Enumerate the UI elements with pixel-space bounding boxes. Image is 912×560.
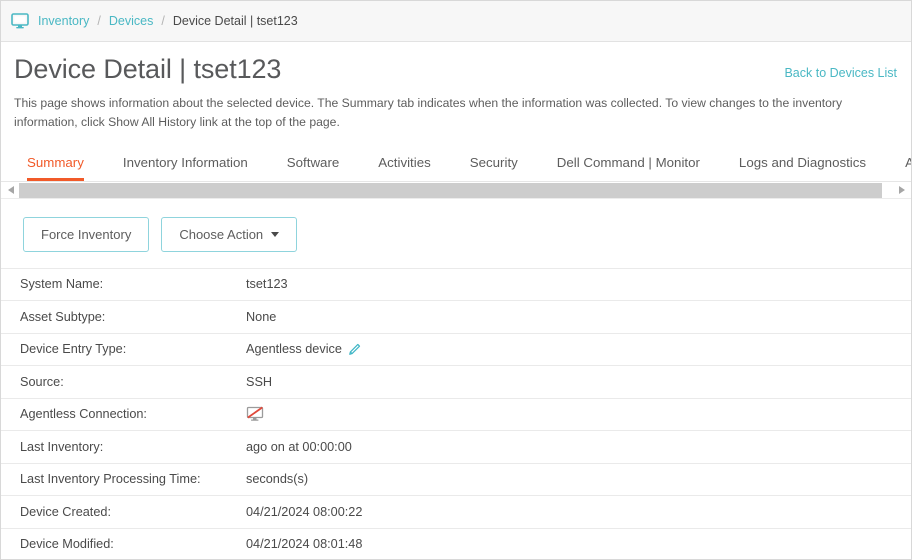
table-row: System Name: tset123 bbox=[1, 269, 911, 301]
page-header: Back to Devices List Device Detail | tse… bbox=[1, 42, 911, 132]
breadcrumb-separator: / bbox=[161, 14, 165, 28]
table-row: Asset Subtype: None bbox=[1, 301, 911, 334]
breadcrumb: Inventory / Devices / Device Detail | ts… bbox=[1, 1, 911, 42]
row-value bbox=[246, 406, 271, 423]
row-label: System Name: bbox=[20, 277, 104, 292]
page-description: This page shows information about the se… bbox=[14, 95, 843, 129]
scroll-left-arrow-icon[interactable] bbox=[2, 182, 19, 198]
row-value: 04/21/2024 08:00:22 bbox=[246, 505, 362, 519]
row-value-text: SSH bbox=[246, 374, 273, 389]
table-row: Device Created: 04/21/2024 08:00:22 bbox=[1, 496, 911, 529]
device-detail-table: System Name: tset123 Asset Subtype: None… bbox=[1, 267, 911, 560]
action-toolbar: Force Inventory Choose Action bbox=[1, 199, 911, 268]
device-detail-page: Inventory / Devices / Device Detail | ts… bbox=[0, 0, 912, 560]
tab-activities[interactable]: Activities bbox=[378, 155, 430, 181]
tab-security[interactable]: Security bbox=[470, 155, 518, 181]
row-label: Last Inventory Processing Time: bbox=[20, 472, 201, 487]
row-value-text: 04/21/2024 08:01:48 bbox=[246, 537, 363, 552]
row-label: Agentless Connection: bbox=[20, 407, 147, 422]
table-row: Device Modified: 04/21/2024 08:01:48 bbox=[1, 529, 911, 560]
tab-logs-and-diagnostics[interactable]: Logs and Diagnostics bbox=[739, 155, 866, 181]
breadcrumb-item-inventory[interactable]: Inventory bbox=[38, 14, 89, 28]
row-label: Asset Subtype: bbox=[20, 309, 106, 324]
row-value: seconds(s) bbox=[246, 472, 308, 486]
table-row: Last Inventory Processing Time: seconds(… bbox=[1, 464, 911, 496]
monitor-icon bbox=[11, 13, 38, 29]
row-value: 04/21/2024 08:01:48 bbox=[246, 537, 362, 551]
force-inventory-button[interactable]: Force Inventory bbox=[23, 216, 150, 252]
row-label: Device Created: bbox=[20, 504, 111, 519]
choose-action-label: Choose Action bbox=[179, 226, 264, 242]
back-to-devices-list-link[interactable]: Back to Devices List bbox=[784, 66, 897, 80]
row-value: Agentless device bbox=[246, 342, 361, 356]
table-row: Source: SSH bbox=[1, 366, 911, 399]
row-value-text: 04/21/2024 08:00:22 bbox=[246, 504, 363, 519]
row-value-text: ago on at 00:00:00 bbox=[246, 439, 352, 454]
row-value: tset123 bbox=[246, 277, 288, 291]
tab-scrollbar[interactable] bbox=[1, 180, 911, 199]
row-label: Last Inventory: bbox=[20, 439, 104, 454]
tab-dell-command-monitor[interactable]: Dell Command | Monitor bbox=[557, 155, 700, 181]
choose-action-button[interactable]: Choose Action bbox=[161, 216, 298, 252]
tab-bar: Summary Inventory Information Software A… bbox=[1, 147, 911, 181]
row-value: None bbox=[246, 310, 276, 324]
tab-software[interactable]: Software bbox=[287, 155, 339, 181]
table-row: Last Inventory: ago on at 00:00:00 bbox=[1, 431, 911, 464]
breadcrumb-item-current: Device Detail | tset123 bbox=[172, 14, 298, 28]
tab-inventory-information[interactable]: Inventory Information bbox=[123, 155, 248, 181]
breadcrumb-separator: / bbox=[97, 14, 101, 28]
table-row: Agentless Connection: bbox=[1, 399, 911, 431]
table-row: Device Entry Type: Agentless device bbox=[1, 334, 911, 366]
row-value-text: seconds(s) bbox=[246, 472, 309, 487]
row-value: SSH bbox=[246, 375, 272, 389]
row-label: Device Modified: bbox=[20, 537, 114, 552]
scrollbar-thumb[interactable] bbox=[19, 182, 882, 198]
monitor-disconnected-icon bbox=[246, 406, 265, 423]
row-value: ago on at 00:00:00 bbox=[246, 440, 352, 454]
row-value-text: tset123 bbox=[246, 277, 288, 292]
edit-pencil-icon[interactable] bbox=[348, 343, 361, 356]
row-label: Source: bbox=[20, 374, 64, 389]
row-value-text: Agentless device bbox=[246, 342, 342, 357]
chevron-down-icon bbox=[271, 231, 280, 237]
breadcrumb-item-devices[interactable]: Devices bbox=[109, 14, 153, 28]
row-value-text: None bbox=[246, 309, 277, 324]
scroll-right-arrow-icon[interactable] bbox=[893, 182, 910, 198]
tab-summary[interactable]: Summary bbox=[27, 155, 84, 181]
page-title: Device Detail | tset123 bbox=[14, 54, 282, 84]
row-label: Device Entry Type: bbox=[20, 342, 127, 357]
tab-asset[interactable]: Asset bbox=[905, 155, 911, 181]
